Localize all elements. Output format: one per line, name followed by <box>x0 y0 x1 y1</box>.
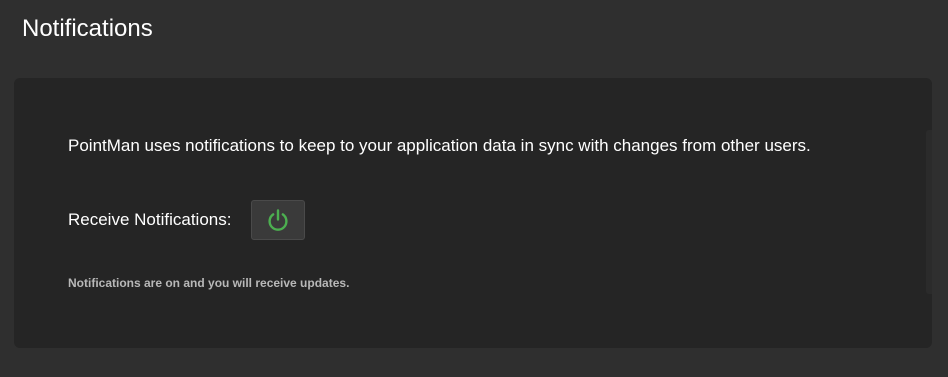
page-title: Notifications <box>22 15 153 42</box>
notifications-status-text: Notifications are on and you will receiv… <box>68 276 350 290</box>
power-icon <box>265 207 291 233</box>
notifications-description: PointMan uses notifications to keep to y… <box>68 136 811 155</box>
panel-scrollbar[interactable] <box>926 130 932 294</box>
notifications-panel: PointMan uses notifications to keep to y… <box>14 78 932 348</box>
notifications-toggle-button[interactable] <box>251 200 306 240</box>
receive-notifications-row: Receive Notifications: <box>68 200 306 240</box>
receive-notifications-label: Receive Notifications: <box>68 210 232 229</box>
